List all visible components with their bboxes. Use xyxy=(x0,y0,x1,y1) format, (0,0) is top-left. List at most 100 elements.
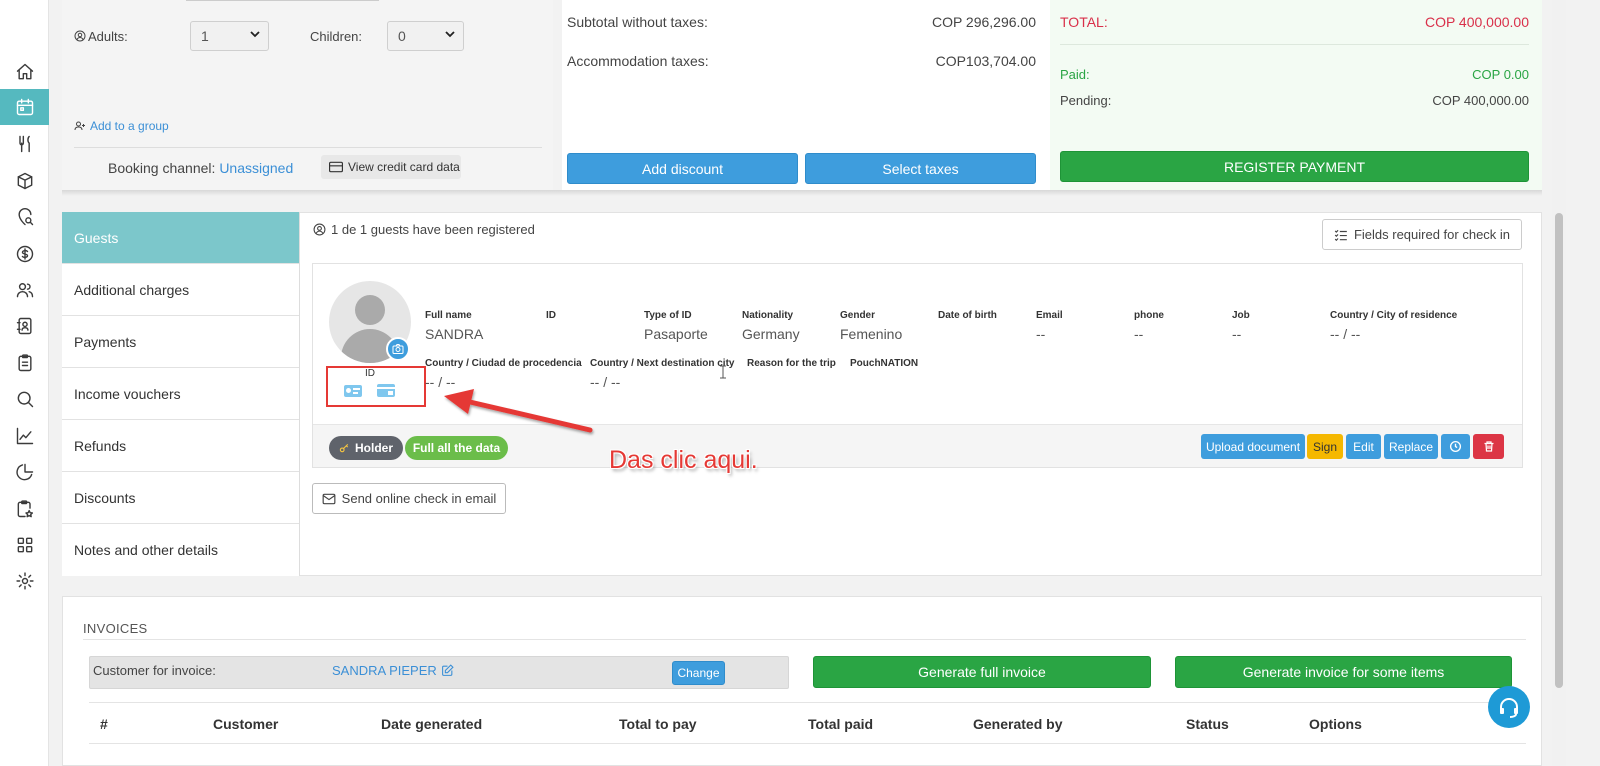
send-checkin-email-button[interactable]: Send online check in email xyxy=(312,483,506,514)
text-cursor-icon xyxy=(720,365,726,379)
chevron-down-icon xyxy=(445,31,455,38)
divider xyxy=(74,147,542,148)
key-icon xyxy=(339,443,349,452)
holder-badge: Holder xyxy=(329,436,403,460)
booking-channel-value[interactable]: Unassigned xyxy=(219,160,293,176)
column-header: Options xyxy=(1309,716,1362,732)
field-label: Country / Ciudad de procedencia xyxy=(425,358,582,369)
column-header: Generated by xyxy=(973,716,1063,732)
grid-apps-icon[interactable] xyxy=(0,527,49,563)
field-label: PouchNATION xyxy=(850,358,919,369)
users-icon[interactable] xyxy=(0,272,49,308)
invoice-customer-name-link[interactable]: SANDRA PIEPER xyxy=(332,663,454,678)
restaurant-icon[interactable] xyxy=(0,126,49,162)
location-search-icon[interactable] xyxy=(0,199,49,235)
change-customer-button[interactable]: Change xyxy=(672,661,725,685)
history-button[interactable] xyxy=(1441,434,1470,459)
view-credit-card-button[interactable]: View credit card data xyxy=(321,155,461,179)
total-label: TOTAL: xyxy=(1060,14,1108,30)
contacts-book-icon[interactable] xyxy=(0,308,49,344)
pie-chart-icon[interactable] xyxy=(0,454,49,490)
tab-guests[interactable]: Guests xyxy=(62,212,299,264)
column-header: Status xyxy=(1186,716,1229,732)
user-circle-icon xyxy=(74,30,86,42)
user-plus-icon xyxy=(74,121,85,131)
paid-label: Paid: xyxy=(1060,67,1090,82)
generate-partial-invoice-button[interactable]: Generate invoice for some items xyxy=(1175,656,1512,688)
booking-channel-label: Booking channel: xyxy=(108,160,216,176)
field-label: Gender xyxy=(840,310,876,321)
edit-icon xyxy=(441,664,454,676)
tab-refunds[interactable]: Refunds xyxy=(62,420,299,472)
tab-income-vouchers[interactable]: Income vouchers xyxy=(62,368,299,420)
generate-full-invoice-button[interactable]: Generate full invoice xyxy=(813,656,1151,688)
register-payment-button[interactable]: REGISTER PAYMENT xyxy=(1060,151,1529,182)
sign-button[interactable]: Sign xyxy=(1307,434,1343,459)
children-select[interactable]: 0 xyxy=(387,21,464,51)
invoice-customer-label: Customer for invoice: xyxy=(93,663,216,678)
calendar-icon[interactable] xyxy=(0,89,49,125)
field-label: phone xyxy=(1134,310,1164,321)
upload-document-button[interactable]: Upload document xyxy=(1201,434,1305,459)
guest-full-name: SANDRA xyxy=(425,326,484,342)
clipboard-icon[interactable] xyxy=(0,345,49,381)
dollar-icon[interactable] xyxy=(0,236,49,272)
invoices-title: INVOICES xyxy=(83,621,148,636)
column-header: # xyxy=(100,716,108,732)
delete-button[interactable] xyxy=(1473,434,1504,459)
tab-notes[interactable]: Notes and other details xyxy=(62,524,299,576)
gear-icon[interactable] xyxy=(0,563,49,599)
select-taxes-button[interactable]: Select taxes xyxy=(805,153,1036,184)
registered-status: 1 de 1 guests have been registered xyxy=(313,222,535,237)
adults-value: 1 xyxy=(201,28,209,44)
tab-payments[interactable]: Payments xyxy=(62,316,299,368)
total-value: COP 400,000.00 xyxy=(1424,14,1529,30)
booking-channel: Booking channel: Unassigned xyxy=(108,160,293,176)
taxes-label: Accommodation taxes: xyxy=(567,53,709,69)
line-chart-icon[interactable] xyxy=(0,418,49,454)
column-header: Date generated xyxy=(381,716,483,732)
adults-select[interactable]: 1 xyxy=(190,21,269,51)
search-icon[interactable] xyxy=(0,381,49,417)
field-label: Job xyxy=(1232,310,1250,321)
guest-nationality: Germany xyxy=(742,326,800,342)
edit-button[interactable]: Edit xyxy=(1346,434,1381,459)
holder-text: Holder xyxy=(354,441,393,455)
add-discount-button[interactable]: Add discount xyxy=(567,153,798,184)
package-icon[interactable] xyxy=(0,163,49,199)
field-label: Country / Next destination city xyxy=(590,358,735,369)
annotation-arrow-icon xyxy=(444,389,593,433)
children-label: Children: xyxy=(310,29,363,44)
guest-gender: Femenino xyxy=(840,326,903,342)
scrollbar-thumb[interactable] xyxy=(1555,213,1563,688)
guest-id-type: Pasaporte xyxy=(644,326,708,342)
add-to-group-link[interactable]: Add to a group xyxy=(74,119,169,133)
field-label: Type of ID xyxy=(644,310,692,321)
field-label: Country / City of residence xyxy=(1330,310,1458,321)
tab-discounts[interactable]: Discounts xyxy=(62,472,299,524)
detail-tabs: Guests Additional charges Payments Incom… xyxy=(62,212,300,576)
invoice-customer-name: SANDRA PIEPER xyxy=(332,663,437,678)
support-chat-button[interactable] xyxy=(1488,686,1530,728)
checklist-icon xyxy=(1334,229,1347,241)
mail-icon xyxy=(322,493,336,504)
home-icon[interactable] xyxy=(0,54,49,90)
chevron-down-icon xyxy=(250,31,260,38)
sidebar xyxy=(0,0,49,766)
send-email-text: Send online check in email xyxy=(341,491,497,506)
camera-icon[interactable] xyxy=(386,337,410,361)
fields-required-button[interactable]: Fields required for check in xyxy=(1322,219,1522,250)
guest-job: -- xyxy=(1232,326,1242,342)
guest-phone: -- xyxy=(1134,326,1144,342)
pending-label: Pending: xyxy=(1060,93,1112,108)
add-to-group-text: Add to a group xyxy=(90,119,169,133)
taxes-value: COP103,704.00 xyxy=(935,53,1036,69)
field-label: Full name xyxy=(425,310,472,321)
section-shadow xyxy=(62,190,1542,196)
replace-button[interactable]: Replace xyxy=(1384,434,1438,459)
field-label: Date of birth xyxy=(938,310,997,321)
trash-icon xyxy=(1484,441,1493,452)
tab-additional-charges[interactable]: Additional charges xyxy=(62,264,299,316)
clipboard-star-icon[interactable] xyxy=(0,491,49,527)
registered-text: 1 de 1 guests have been registered xyxy=(331,222,535,237)
